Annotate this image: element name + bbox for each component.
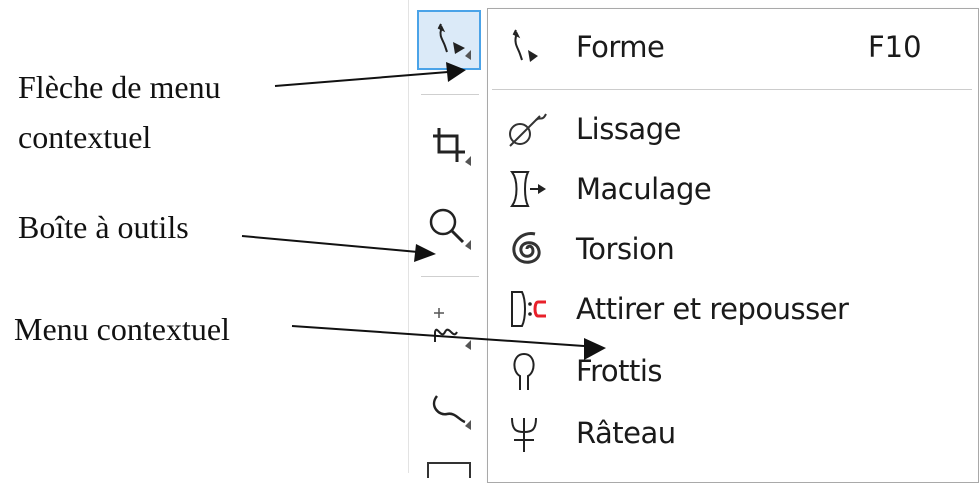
roughen-icon [502,408,552,458]
annotation-context-arrow-line2: contextuel [18,119,152,155]
menu-item-lissage[interactable]: Lissage [488,99,978,159]
menu-item-shortcut: F10 [868,30,922,64]
toolbox-separator [421,94,479,95]
shape-icon [502,22,552,72]
smudge-icon [502,346,552,396]
zoom-tool-icon [425,204,473,257]
menu-item-label: Lissage [576,112,681,146]
menu-item-label: Râteau [576,416,676,450]
next-tool-partial [427,462,471,478]
menu-item-label: Maculage [576,172,712,206]
smooth-icon [502,104,552,154]
smear-icon [502,164,552,214]
crop-tool-icon [425,120,473,173]
menu-item-label: Torsion [576,232,675,266]
flyout-menu: Forme F10 Lissage Maculage Torsion Attir… [487,8,979,483]
zoom-tool-button[interactable] [417,200,481,260]
curve-tool-icon [425,304,473,357]
menu-item-rateau[interactable]: Râteau [488,403,978,463]
toolbox-separator [421,276,479,277]
menu-item-label: Attirer et repousser [576,292,849,326]
menu-item-label: Frottis [576,354,663,388]
shape-tool-icon [425,14,473,67]
artistic-media-icon [425,384,473,437]
menu-item-forme[interactable]: Forme F10 [488,17,978,77]
annotation-flyout-menu: Menu contextuel [14,311,230,347]
curve-tool-button[interactable] [417,300,481,360]
menu-item-label: Forme [576,30,665,64]
menu-separator [492,89,972,90]
twirl-icon [502,224,552,274]
annotation-toolbox: Boîte à outils [18,209,189,245]
crop-tool-button[interactable] [417,116,481,176]
menu-item-maculage[interactable]: Maculage [488,159,978,219]
artistic-media-tool-button[interactable] [417,380,481,440]
toolbox [408,0,489,478]
arrow-line [241,235,419,253]
menu-item-frottis[interactable]: Frottis [488,341,978,401]
menu-item-torsion[interactable]: Torsion [488,219,978,279]
attract-repel-icon [502,284,552,334]
annotation-context-arrow-line1: Flèche de menu [18,69,221,105]
menu-item-attirer-repousser[interactable]: Attirer et repousser [488,279,978,339]
shape-tool-button[interactable] [417,10,481,70]
